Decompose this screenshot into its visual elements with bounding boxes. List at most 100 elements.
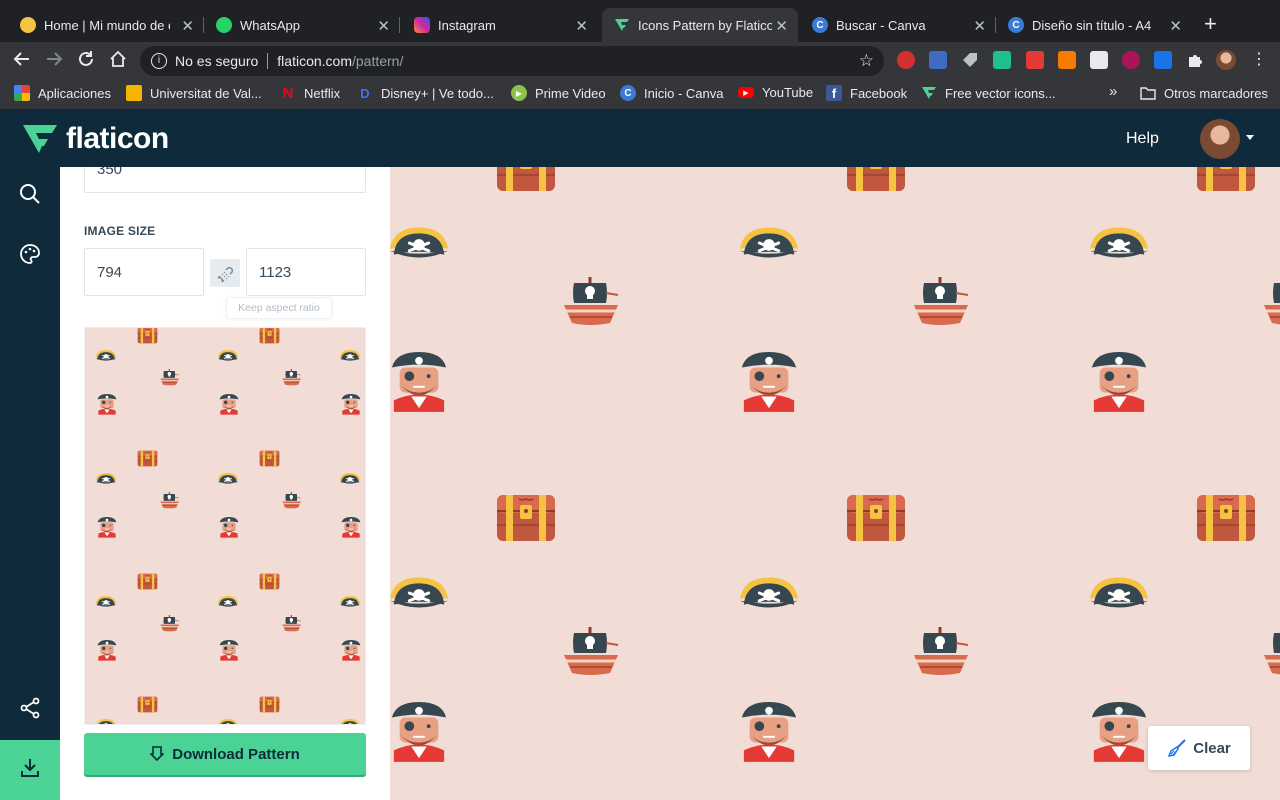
puzzle-icon[interactable] [1186, 51, 1204, 69]
folder-icon [1140, 85, 1156, 101]
hat-icon [217, 471, 239, 486]
pirate-icon [740, 349, 798, 413]
chest-icon [496, 487, 556, 543]
chest-icon [259, 694, 280, 713]
pattern-canvas[interactable] [390, 167, 1280, 800]
canva-icon: C [620, 85, 636, 101]
pirate-icon [341, 516, 361, 538]
tab-whatsapp[interactable]: WhatsApp ✕ [204, 8, 400, 42]
chest-icon [137, 571, 158, 590]
new-tab-button[interactable]: + [1204, 12, 1217, 36]
university-icon [126, 85, 142, 101]
close-icon[interactable]: ✕ [973, 17, 986, 35]
tab-home[interactable]: Home | Mi mundo de ex ✕ [8, 8, 204, 42]
chest-icon [846, 167, 906, 193]
ship-icon [560, 275, 624, 329]
forward-button[interactable] [43, 49, 65, 71]
hat-icon [95, 717, 117, 724]
extension-doc-icon[interactable] [1090, 51, 1108, 69]
address-bar[interactable]: i No es seguro flaticon.com/pattern/ ☆ [140, 46, 884, 76]
ship-icon [159, 491, 181, 510]
profile-avatar-icon[interactable] [1216, 50, 1236, 70]
hat-icon [738, 221, 800, 265]
extension-blue-icon[interactable] [1154, 51, 1172, 69]
tab-canva-design[interactable]: C Diseño sin título - A4 ✕ [996, 8, 1192, 42]
hat-icon [339, 594, 361, 609]
flaticon-icon [614, 17, 630, 33]
extension-book-icon[interactable] [929, 51, 947, 69]
chest-icon [496, 167, 556, 193]
extension-orange-icon[interactable] [1058, 51, 1076, 69]
tab-title: Home | Mi mundo de ex [44, 17, 170, 33]
pirate-icon [1090, 699, 1148, 763]
flaticon-logo-icon [23, 125, 57, 153]
tab-canva-search[interactable]: C Buscar - Canva ✕ [800, 8, 996, 42]
adblock-icon[interactable] [897, 51, 915, 69]
bookmarks-overflow-button[interactable]: » [1109, 83, 1117, 100]
pirate-icon [390, 699, 448, 763]
tab-instagram[interactable]: Instagram ✕ [402, 8, 598, 42]
bookmark-label: Disney+ | Ve todo... [381, 85, 494, 101]
bookmark-universitat[interactable]: Universitat de Val... [126, 85, 262, 101]
bookmark-youtube[interactable]: ▶ YouTube [738, 85, 813, 100]
bookmark-netflix[interactable]: N Netflix [280, 85, 341, 102]
whatsapp-icon [216, 17, 232, 33]
bookmark-prime-video[interactable]: ▶ Prime Video [511, 85, 606, 101]
hat-icon [95, 471, 117, 486]
tag-icon[interactable] [961, 51, 979, 69]
help-link[interactable]: Help [1126, 130, 1159, 148]
bookmark-canva[interactable]: C Inicio - Canva [620, 85, 723, 101]
back-button[interactable] [11, 49, 33, 71]
chest-icon [846, 487, 906, 543]
ship-icon [159, 368, 181, 387]
clear-button[interactable]: Clear [1148, 726, 1250, 770]
ship-icon [281, 614, 303, 633]
search-button[interactable] [19, 183, 41, 205]
bookmark-flaticon[interactable]: Free vector icons... [921, 85, 1056, 101]
extension-green-icon[interactable] [993, 51, 1011, 69]
height-input[interactable]: 1123 [246, 248, 366, 296]
tab-title: Diseño sin título - A4 [1032, 17, 1152, 33]
chest-icon [259, 571, 280, 590]
chest-icon [259, 328, 280, 344]
download-rail-button[interactable] [0, 740, 60, 800]
tab-title: WhatsApp [240, 17, 300, 33]
reload-button[interactable] [75, 49, 97, 71]
close-icon[interactable]: ✕ [1169, 17, 1182, 35]
pattern-preview [84, 327, 366, 725]
spacing-input[interactable]: 350 [84, 167, 366, 193]
download-icon [150, 746, 165, 762]
bookmark-apps[interactable]: Aplicaciones [14, 85, 111, 101]
pirate-icon [1090, 349, 1148, 413]
bookmark-other[interactable]: Otros marcadores [1140, 85, 1268, 101]
hat-icon [217, 717, 239, 724]
home-button[interactable] [107, 49, 129, 71]
bookmark-disney[interactable]: D Disney+ | Ve todo... [357, 85, 494, 101]
share-button[interactable] [19, 697, 41, 719]
bookmark-label: Netflix [304, 85, 341, 101]
close-icon[interactable]: ✕ [775, 17, 788, 35]
bookmarks-bar: Aplicaciones Universitat de Val... N Net… [0, 78, 1280, 110]
instagram-icon [414, 17, 430, 33]
bookmark-facebook[interactable]: f Facebook [826, 85, 907, 101]
user-avatar[interactable] [1200, 119, 1240, 159]
download-circle-icon[interactable] [1122, 51, 1140, 69]
more-vertical-icon[interactable]: ⋮ [1250, 51, 1268, 69]
hat-icon [339, 717, 361, 724]
close-icon[interactable]: ✕ [575, 17, 588, 35]
download-pattern-button[interactable]: Download Pattern [84, 733, 366, 775]
aspect-ratio-toggle[interactable] [210, 259, 240, 287]
chevron-down-icon[interactable] [1246, 135, 1254, 140]
star-icon[interactable]: ☆ [859, 51, 874, 71]
info-icon[interactable]: i [151, 53, 167, 69]
close-icon[interactable]: ✕ [377, 17, 390, 35]
tab-divider [399, 17, 400, 33]
width-input[interactable]: 794 [84, 248, 204, 296]
tab-flaticon-pattern[interactable]: Icons Pattern by Flatico ✕ [602, 8, 798, 42]
palette-button[interactable] [19, 243, 41, 265]
extension-red-icon[interactable] [1026, 51, 1044, 69]
close-icon[interactable]: ✕ [181, 17, 194, 35]
download-icon [21, 759, 39, 777]
flaticon-logo[interactable]: flaticon [22, 122, 169, 156]
ship-icon [910, 275, 974, 329]
